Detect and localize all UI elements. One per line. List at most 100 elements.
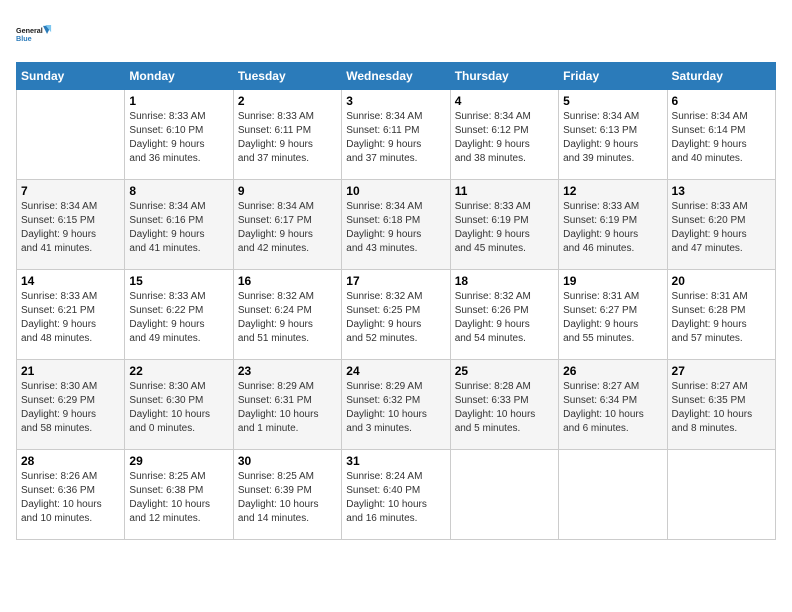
day-cell: 9Sunrise: 8:34 AMSunset: 6:17 PMDaylight… xyxy=(233,180,341,270)
day-cell: 24Sunrise: 8:29 AMSunset: 6:32 PMDayligh… xyxy=(342,360,450,450)
day-number: 12 xyxy=(563,184,662,198)
day-info: Sunrise: 8:31 AMSunset: 6:28 PMDaylight:… xyxy=(672,290,771,346)
day-info: Sunrise: 8:33 AMSunset: 6:22 PMDaylight:… xyxy=(129,290,228,346)
day-number: 22 xyxy=(129,364,228,378)
calendar-header-row: SundayMondayTuesdayWednesdayThursdayFrid… xyxy=(17,63,776,90)
day-number: 29 xyxy=(129,454,228,468)
day-info: Sunrise: 8:27 AMSunset: 6:35 PMDaylight:… xyxy=(672,380,771,436)
day-number: 5 xyxy=(563,94,662,108)
day-cell xyxy=(17,90,125,180)
day-number: 16 xyxy=(238,274,337,288)
day-number: 15 xyxy=(129,274,228,288)
header-wednesday: Wednesday xyxy=(342,63,450,90)
day-number: 4 xyxy=(455,94,554,108)
logo-icon: GeneralBlue xyxy=(16,16,52,52)
svg-text:Blue: Blue xyxy=(16,34,32,43)
day-cell xyxy=(667,450,775,540)
header-thursday: Thursday xyxy=(450,63,558,90)
day-cell: 26 Sunrise: 8:27 AMSunset: 6:34 PMDayligh… xyxy=(559,360,667,450)
week-row-1: 1Sunrise: 8:33 AMSunset: 6:10 PMDaylight… xyxy=(17,90,776,180)
day-info: Sunrise: 8:33 AMSunset: 6:20 PMDaylight:… xyxy=(672,200,771,256)
day-number: 11 xyxy=(455,184,554,198)
day-number: 20 xyxy=(672,274,771,288)
day-cell: 8Sunrise: 8:34 AMSunset: 6:16 PMDaylight… xyxy=(125,180,233,270)
day-number: 8 xyxy=(129,184,228,198)
day-number: 25 xyxy=(455,364,554,378)
header-tuesday: Tuesday xyxy=(233,63,341,90)
week-row-3: 14 Sunrise: 8:33 AMSunset: 6:21 PMDayligh… xyxy=(17,270,776,360)
day-info: Sunrise: 8:26 AMSunset: 6:36 PMDaylight:… xyxy=(21,470,120,526)
day-number: 23 xyxy=(238,364,337,378)
day-cell: 20 Sunrise: 8:31 AMSunset: 6:28 PMDayligh… xyxy=(667,270,775,360)
day-cell: 31 Sunrise: 8:24 AMSunset: 6:40 PMDayligh… xyxy=(342,450,450,540)
day-cell: 11 Sunrise: 8:33 AMSunset: 6:19 PMDayligh… xyxy=(450,180,558,270)
day-number: 27 xyxy=(672,364,771,378)
week-row-2: 7 Sunrise: 8:34 AMSunset: 6:15 PMDaylight… xyxy=(17,180,776,270)
day-cell: 7 Sunrise: 8:34 AMSunset: 6:15 PMDaylight… xyxy=(17,180,125,270)
day-info: Sunrise: 8:33 AMSunset: 6:11 PMDaylight:… xyxy=(238,110,337,166)
day-number: 19 xyxy=(563,274,662,288)
week-row-5: 28 Sunrise: 8:26 AMSunset: 6:36 PMDayligh… xyxy=(17,450,776,540)
day-info: Sunrise: 8:25 AMSunset: 6:38 PMDaylight:… xyxy=(129,470,228,526)
day-cell: 15 Sunrise: 8:33 AMSunset: 6:22 PMDayligh… xyxy=(125,270,233,360)
day-cell: 3 Sunrise: 8:34 AMSunset: 6:11 PMDaylight… xyxy=(342,90,450,180)
day-cell: 30 Sunrise: 8:25 AMSunset: 6:39 PMDayligh… xyxy=(233,450,341,540)
day-info: Sunrise: 8:32 AMSunset: 6:25 PMDaylight:… xyxy=(346,290,445,346)
day-number: 17 xyxy=(346,274,445,288)
day-number: 14 xyxy=(21,274,120,288)
day-number: 31 xyxy=(346,454,445,468)
day-info: Sunrise: 8:34 AMSunset: 6:12 PMDaylight:… xyxy=(455,110,554,166)
day-info: Sunrise: 8:33 AMSunset: 6:21 PMDaylight:… xyxy=(21,290,120,346)
day-number: 26 xyxy=(563,364,662,378)
day-number: 10 xyxy=(346,184,445,198)
day-number: 13 xyxy=(672,184,771,198)
week-row-4: 21Sunrise: 8:30 AMSunset: 6:29 PMDayligh… xyxy=(17,360,776,450)
day-info: Sunrise: 8:34 AMSunset: 6:18 PMDaylight:… xyxy=(346,200,445,256)
day-info: Sunrise: 8:28 AMSunset: 6:33 PMDaylight:… xyxy=(455,380,554,436)
day-cell: 18Sunrise: 8:32 AMSunset: 6:26 PMDayligh… xyxy=(450,270,558,360)
day-number: 28 xyxy=(21,454,120,468)
day-info: Sunrise: 8:24 AMSunset: 6:40 PMDaylight:… xyxy=(346,470,445,526)
day-number: 1 xyxy=(129,94,228,108)
day-cell: 28 Sunrise: 8:26 AMSunset: 6:36 PMDayligh… xyxy=(17,450,125,540)
day-cell: 27 Sunrise: 8:27 AMSunset: 6:35 PMDayligh… xyxy=(667,360,775,450)
day-cell: 21Sunrise: 8:30 AMSunset: 6:29 PMDayligh… xyxy=(17,360,125,450)
day-number: 9 xyxy=(238,184,337,198)
day-number: 30 xyxy=(238,454,337,468)
header-monday: Monday xyxy=(125,63,233,90)
day-info: Sunrise: 8:27 AMSunset: 6:34 PMDaylight:… xyxy=(563,380,662,436)
day-info: Sunrise: 8:34 AMSunset: 6:15 PMDaylight:… xyxy=(21,200,120,256)
day-cell: 16 Sunrise: 8:32 AMSunset: 6:24 PMDayligh… xyxy=(233,270,341,360)
day-info: Sunrise: 8:25 AMSunset: 6:39 PMDaylight:… xyxy=(238,470,337,526)
day-cell: 2 Sunrise: 8:33 AMSunset: 6:11 PMDaylight… xyxy=(233,90,341,180)
day-cell: 17 Sunrise: 8:32 AMSunset: 6:25 PMDayligh… xyxy=(342,270,450,360)
day-number: 3 xyxy=(346,94,445,108)
day-info: Sunrise: 8:29 AMSunset: 6:31 PMDaylight:… xyxy=(238,380,337,436)
day-info: Sunrise: 8:33 AMSunset: 6:19 PMDaylight:… xyxy=(563,200,662,256)
day-cell: 29 Sunrise: 8:25 AMSunset: 6:38 PMDayligh… xyxy=(125,450,233,540)
day-cell: 10 Sunrise: 8:34 AMSunset: 6:18 PMDayligh… xyxy=(342,180,450,270)
day-cell: 12 Sunrise: 8:33 AMSunset: 6:19 PMDayligh… xyxy=(559,180,667,270)
header-friday: Friday xyxy=(559,63,667,90)
day-number: 7 xyxy=(21,184,120,198)
day-info: Sunrise: 8:31 AMSunset: 6:27 PMDaylight:… xyxy=(563,290,662,346)
day-info: Sunrise: 8:34 AMSunset: 6:14 PMDaylight:… xyxy=(672,110,771,166)
day-cell: 25 Sunrise: 8:28 AMSunset: 6:33 PMDayligh… xyxy=(450,360,558,450)
day-info: Sunrise: 8:32 AMSunset: 6:24 PMDaylight:… xyxy=(238,290,337,346)
day-cell: 14 Sunrise: 8:33 AMSunset: 6:21 PMDayligh… xyxy=(17,270,125,360)
day-number: 18 xyxy=(455,274,554,288)
day-number: 6 xyxy=(672,94,771,108)
logo: GeneralBlue xyxy=(16,16,52,52)
day-cell: 19 Sunrise: 8:31 AMSunset: 6:27 PMDayligh… xyxy=(559,270,667,360)
day-cell: 6 Sunrise: 8:34 AMSunset: 6:14 PMDaylight… xyxy=(667,90,775,180)
day-info: Sunrise: 8:30 AMSunset: 6:29 PMDaylight:… xyxy=(21,380,120,436)
svg-text:General: General xyxy=(16,26,43,35)
day-info: Sunrise: 8:33 AMSunset: 6:19 PMDaylight:… xyxy=(455,200,554,256)
header-sunday: Sunday xyxy=(17,63,125,90)
day-info: Sunrise: 8:30 AMSunset: 6:30 PMDaylight:… xyxy=(129,380,228,436)
day-cell: 4 Sunrise: 8:34 AMSunset: 6:12 PMDaylight… xyxy=(450,90,558,180)
day-info: Sunrise: 8:34 AMSunset: 6:11 PMDaylight:… xyxy=(346,110,445,166)
calendar-table: SundayMondayTuesdayWednesdayThursdayFrid… xyxy=(16,62,776,540)
day-number: 2 xyxy=(238,94,337,108)
day-cell: 1Sunrise: 8:33 AMSunset: 6:10 PMDaylight… xyxy=(125,90,233,180)
